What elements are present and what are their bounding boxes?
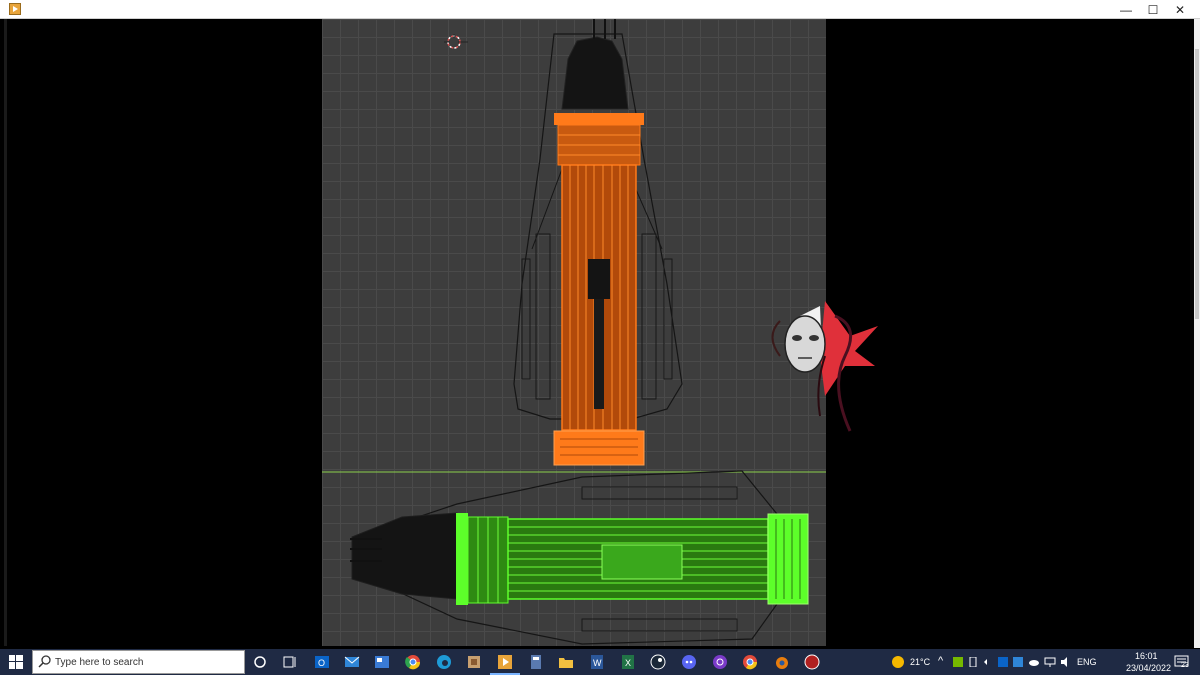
weather-sun-icon[interactable] bbox=[891, 655, 905, 669]
chrome-2-icon[interactable] bbox=[740, 652, 760, 672]
other-app-icon[interactable] bbox=[802, 652, 822, 672]
news-icon[interactable] bbox=[372, 652, 392, 672]
task-view-icon[interactable] bbox=[280, 652, 300, 672]
notification-count: 23 bbox=[1181, 662, 1189, 669]
photos-icon[interactable] bbox=[464, 652, 484, 672]
excel-icon[interactable]: X bbox=[618, 652, 638, 672]
3d-cursor-icon[interactable] bbox=[444, 34, 468, 49]
taskbar: Type here to search O W X 21°C ^ ENG 16:… bbox=[0, 649, 1200, 675]
clock-date[interactable]: 23/04/2022 bbox=[1126, 663, 1171, 673]
chevron-up-icon[interactable]: ^ bbox=[938, 655, 943, 667]
calculator-icon[interactable] bbox=[526, 652, 546, 672]
word-icon[interactable]: W bbox=[587, 652, 607, 672]
close-button[interactable]: ✕ bbox=[1166, 0, 1194, 19]
minimize-button[interactable]: — bbox=[1112, 0, 1140, 19]
outlook-tray-icon[interactable] bbox=[998, 657, 1008, 667]
svg-text:O: O bbox=[318, 658, 325, 668]
outlook-icon[interactable]: O bbox=[312, 652, 332, 672]
left-edge bbox=[4, 19, 7, 646]
system-tray: 21°C ^ ENG 16:01 23/04/2022 23 bbox=[886, 649, 1200, 675]
weather-temperature[interactable]: 21°C bbox=[910, 657, 930, 667]
discord-icon[interactable] bbox=[679, 652, 699, 672]
maximize-button[interactable]: ☐ bbox=[1139, 0, 1167, 19]
scrollbar-thumb[interactable] bbox=[1195, 49, 1199, 319]
search-icon bbox=[38, 655, 51, 668]
language-indicator[interactable]: ENG bbox=[1077, 657, 1097, 667]
start-button[interactable] bbox=[0, 649, 32, 675]
clock-time[interactable]: 16:01 bbox=[1135, 651, 1158, 661]
windows-icon bbox=[9, 655, 23, 669]
model-top-view[interactable] bbox=[513, 19, 683, 466]
phone-icon[interactable] bbox=[968, 657, 978, 667]
app-window: — ☐ ✕ bbox=[0, 0, 1200, 648]
vertical-scrollbar[interactable] bbox=[1194, 19, 1200, 648]
viewport-canvas[interactable] bbox=[322, 19, 826, 646]
steam-icon[interactable] bbox=[648, 652, 668, 672]
podcast-icon[interactable] bbox=[710, 652, 730, 672]
cortana-icon[interactable] bbox=[250, 652, 270, 672]
volume-icon[interactable] bbox=[1060, 657, 1072, 667]
cloud-icon[interactable] bbox=[1013, 657, 1023, 667]
search-box[interactable]: Type here to search bbox=[32, 650, 245, 674]
mail-icon[interactable] bbox=[342, 652, 362, 672]
onedrive-icon[interactable] bbox=[1028, 657, 1040, 667]
3d-viewport[interactable] bbox=[322, 19, 826, 646]
svg-text:W: W bbox=[593, 658, 602, 668]
chrome-icon[interactable] bbox=[403, 652, 423, 672]
mask-logo bbox=[771, 301, 878, 432]
file-explorer-icon[interactable] bbox=[556, 652, 576, 672]
blender-icon[interactable] bbox=[771, 652, 791, 672]
edge-icon[interactable] bbox=[434, 652, 454, 672]
media-player-icon[interactable] bbox=[495, 652, 515, 672]
app-icon bbox=[9, 3, 21, 15]
audio-device-icon[interactable] bbox=[983, 657, 993, 667]
model-side-view[interactable] bbox=[350, 470, 809, 645]
svg-text:X: X bbox=[625, 658, 631, 668]
nvidia-icon[interactable] bbox=[953, 657, 963, 667]
search-placeholder: Type here to search bbox=[55, 657, 144, 668]
title-bar[interactable]: — ☐ ✕ bbox=[0, 0, 1200, 19]
network-icon[interactable] bbox=[1044, 657, 1056, 667]
